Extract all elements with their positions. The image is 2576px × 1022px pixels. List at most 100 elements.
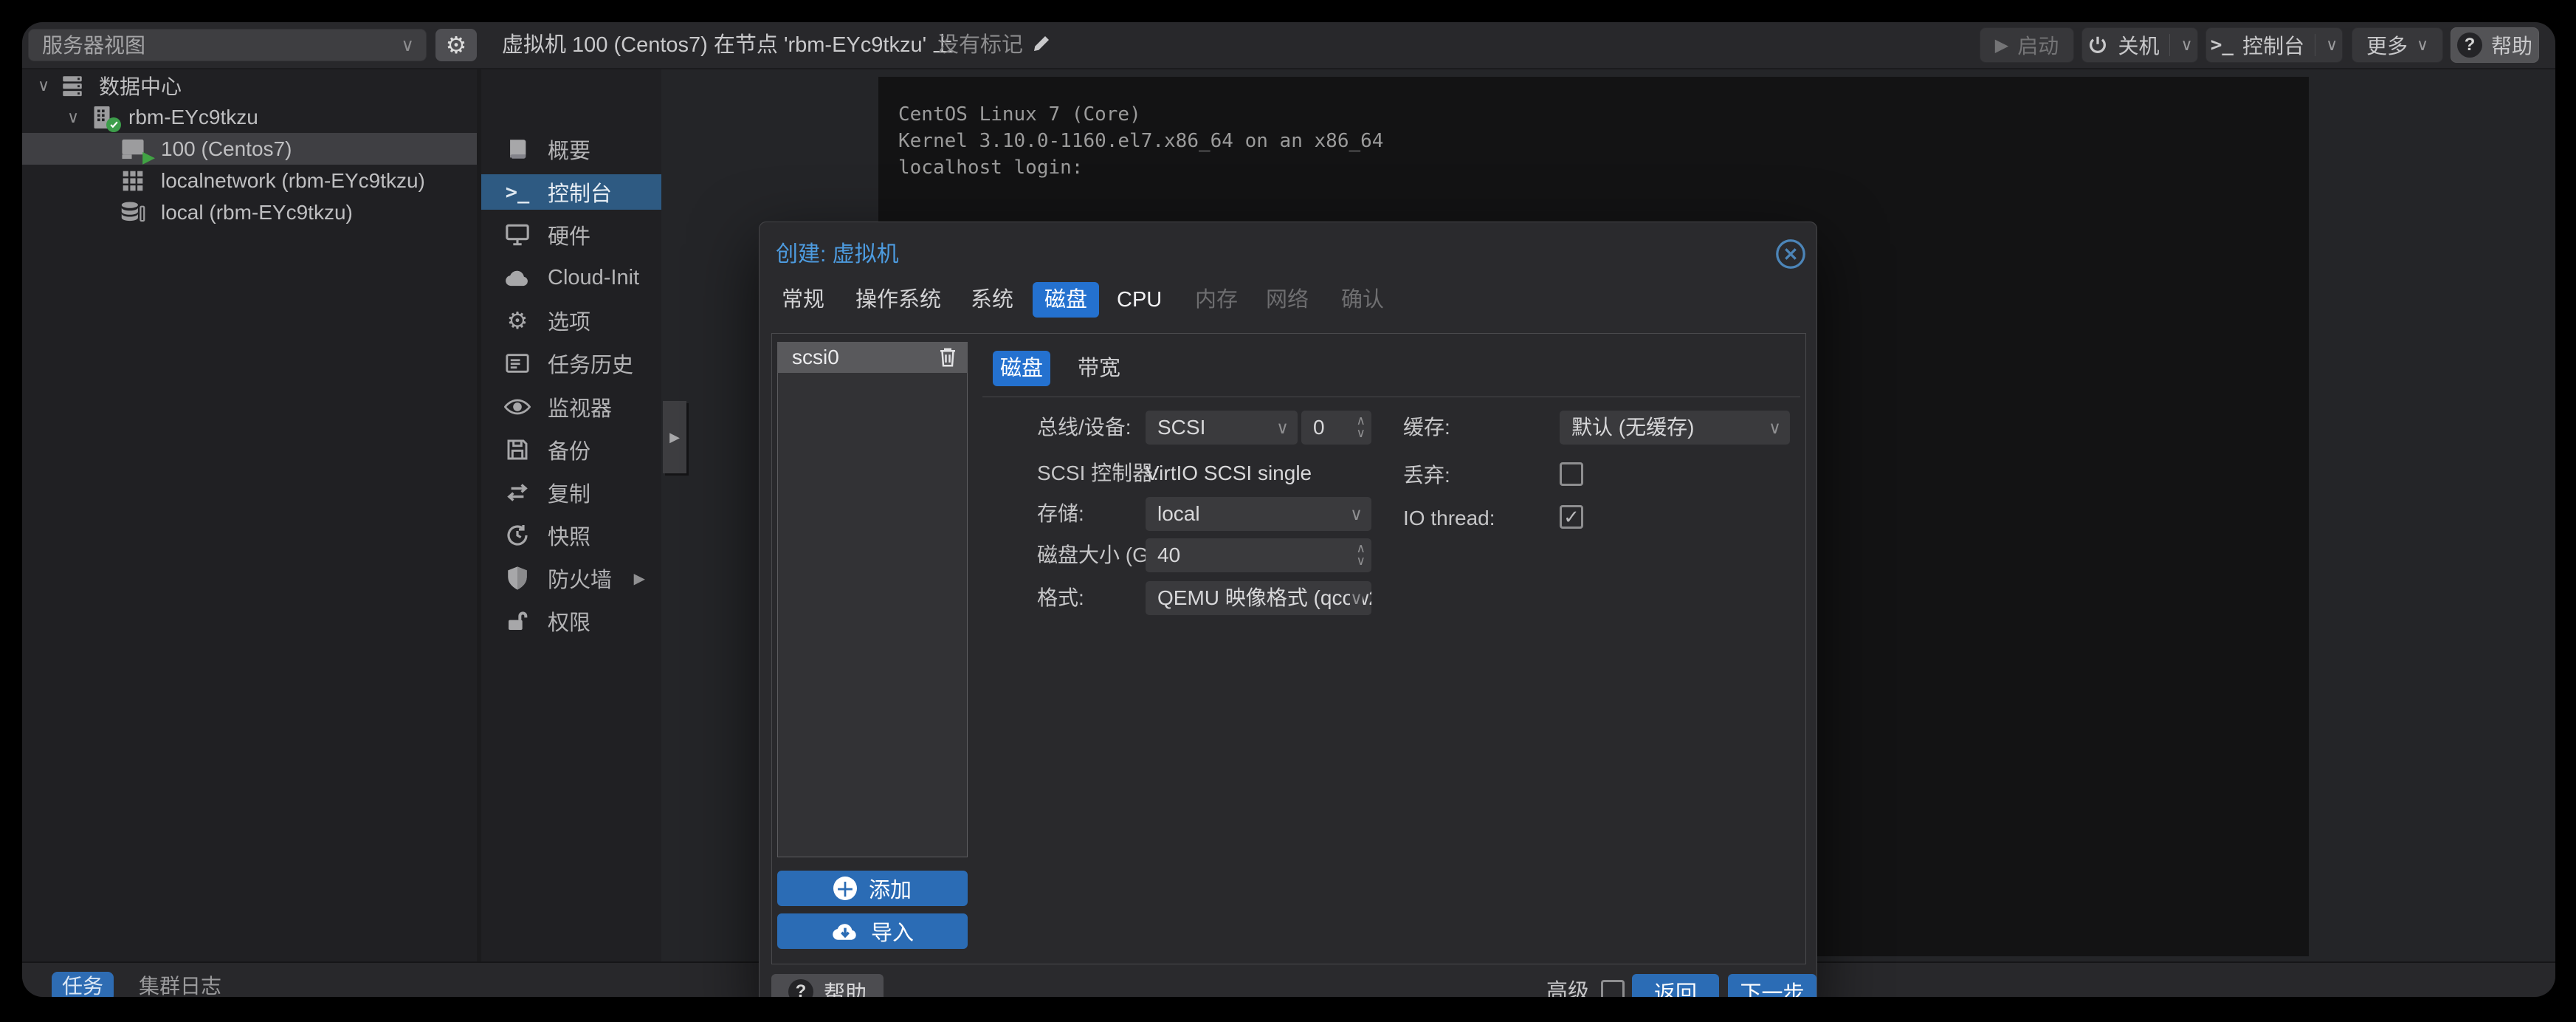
menu-item-label: 任务历史 — [548, 348, 633, 379]
tab-system[interactable]: 系统 — [971, 280, 1013, 320]
cloud-download-icon — [831, 920, 859, 942]
chevron-expanded-icon[interactable]: ∨ — [31, 76, 56, 95]
view-selector[interactable]: 服务器视图 ∨ — [28, 29, 427, 61]
settings-gear-button[interactable]: ⚙ — [435, 29, 477, 61]
dialog-help-button[interactable]: ? 帮助 — [771, 974, 884, 997]
device-number-input[interactable]: 0 ∧∨ — [1301, 411, 1371, 445]
start-button[interactable]: ▶ 启动 — [1980, 27, 2074, 63]
tab-cpu[interactable]: CPU — [1117, 280, 1162, 320]
menu-item-replication[interactable]: 复制 — [481, 475, 661, 510]
menu-item-snapshots[interactable]: 快照 — [481, 518, 661, 553]
spinner-down-icon[interactable]: ∨ — [1357, 427, 1366, 439]
chevron-down-icon: ∨ — [1276, 411, 1289, 445]
terminal-icon: >_ — [2211, 34, 2234, 56]
sidebar-collapse-handle[interactable]: ▶ — [663, 401, 686, 473]
tree-item-localnetwork[interactable]: localnetwork (rbm-EYc9tkzu) — [22, 165, 477, 196]
back-button[interactable]: 返回 — [1632, 974, 1719, 997]
chevron-expanded-icon[interactable]: ∨ — [61, 108, 86, 127]
spinner-icons[interactable]: ∧∨ — [1357, 414, 1366, 439]
plus-circle-icon: ＋ — [833, 877, 857, 900]
chevron-down-icon: ∨ — [1769, 411, 1781, 445]
cache-label: 缓存: — [1403, 411, 1450, 445]
more-button[interactable]: 更多 ∨ — [2352, 27, 2443, 63]
spinner-down-icon[interactable]: ∨ — [1357, 555, 1366, 567]
menu-item-console[interactable]: >_ 控制台 — [481, 174, 661, 210]
display-icon — [503, 223, 531, 247]
tree-item-datacenter[interactable]: ∨ 数据中心 — [22, 69, 477, 101]
advanced-label: 高级 — [1546, 974, 1589, 997]
shutdown-button-label: 关机 — [2118, 30, 2159, 60]
subtab-bandwidth[interactable]: 带宽 — [1068, 351, 1130, 386]
tab-confirm: 确认 — [1341, 280, 1384, 320]
help-button[interactable]: ? 帮助 — [2451, 27, 2539, 63]
menu-item-monitor[interactable]: 监视器 — [481, 389, 661, 425]
cluster-log-label: 集群日志 — [139, 975, 221, 997]
question-icon: ? — [788, 979, 813, 997]
tab-label: 网络 — [1266, 288, 1309, 312]
submenu-arrow-icon: ▶ — [634, 569, 645, 588]
menu-item-options[interactable]: ⚙ 选项 — [481, 303, 661, 338]
format-select[interactable]: QEMU 映像格式 (qcow2) ∨ — [1146, 581, 1371, 615]
chevron-down-icon[interactable]: ∨ — [2180, 35, 2192, 55]
disk-size-input[interactable]: 40 ∧∨ — [1146, 538, 1371, 572]
more-button-label: 更多 — [2366, 30, 2408, 60]
controller-value: VirtIO SCSI single — [1146, 456, 1312, 490]
subtab-disk[interactable]: 磁盘 — [993, 351, 1050, 386]
tree-item-label: 数据中心 — [99, 71, 182, 100]
import-disk-button[interactable]: 导入 — [777, 913, 968, 949]
menu-item-firewall[interactable]: 防火墙 ▶ — [481, 560, 661, 596]
tree-item-node[interactable]: ∨ rbm-EYc9tkzu — [22, 101, 477, 133]
vm-menu: 概要 >_ 控制台 硬件 Cloud-Init ⚙ 选项 任务历史 监视器 备份 — [481, 69, 661, 961]
menu-item-permissions[interactable]: 权限 — [481, 603, 661, 639]
advanced-checkbox[interactable]: ✓ — [1601, 980, 1625, 997]
dialog-close-button[interactable] — [1774, 237, 1808, 271]
bus-device-label: 总线/设备: — [1037, 411, 1132, 445]
menu-item-task-history[interactable]: 任务历史 — [481, 346, 661, 381]
book-icon — [503, 137, 531, 162]
tab-label: 确认 — [1341, 288, 1384, 312]
dialog-title: 创建: 虚拟机 — [776, 236, 899, 268]
tab-label: 内存 — [1195, 288, 1238, 312]
pencil-icon — [1030, 32, 1053, 55]
menu-item-summary[interactable]: 概要 — [481, 131, 661, 167]
cache-select[interactable]: 默认 (无缓存) ∨ — [1560, 411, 1790, 445]
tab-disks[interactable]: 磁盘 — [1033, 282, 1099, 318]
menu-item-label: 快照 — [548, 520, 590, 551]
list-icon — [503, 352, 531, 374]
menu-item-cloud-init[interactable]: Cloud-Init — [481, 260, 661, 295]
console-button[interactable]: >_ 控制台 ∨ — [2205, 27, 2343, 63]
menu-item-label: 概要 — [548, 134, 590, 165]
cluster-log-tab[interactable]: 集群日志 — [139, 972, 221, 997]
storage-icon — [117, 198, 149, 227]
bus-select[interactable]: SCSI ∨ — [1146, 411, 1298, 445]
add-disk-button[interactable]: ＋ 添加 — [777, 871, 968, 906]
spinner-up-icon[interactable]: ∧ — [1357, 414, 1366, 427]
next-button[interactable]: 下一步 — [1728, 974, 1816, 997]
dialog-help-label: 帮助 — [824, 976, 867, 997]
help-button-label: 帮助 — [2491, 30, 2532, 60]
tasks-tab[interactable]: 任务 — [52, 972, 114, 997]
tab-label: 系统 — [971, 288, 1013, 312]
tags-area[interactable]: 没有标记 — [937, 22, 1053, 68]
menu-item-label: 防火墙 — [548, 563, 612, 594]
spinner-up-icon[interactable]: ∧ — [1357, 542, 1366, 555]
menu-item-backup[interactable]: 备份 — [481, 432, 661, 467]
discard-checkbox[interactable]: ✓ — [1560, 462, 1583, 486]
io-thread-checkbox[interactable]: ✓ — [1560, 505, 1583, 529]
add-button-label: 添加 — [869, 873, 912, 904]
tab-general[interactable]: 常规 — [782, 280, 824, 320]
disk-list-item-scsi0[interactable]: scsi0 — [777, 342, 968, 373]
tab-os[interactable]: 操作系统 — [855, 280, 941, 320]
screen: 服务器视图 ∨ ⚙ 虚拟机 100 (Centos7) 在节点 'rbm-EYc… — [0, 0, 2576, 1022]
tree-item-vm-100[interactable]: ▶ 100 (Centos7) — [22, 133, 477, 165]
trash-icon[interactable] — [938, 346, 957, 368]
menu-item-label: 复制 — [548, 477, 590, 508]
tree-item-local-storage[interactable]: local (rbm-EYc9tkzu) — [22, 196, 477, 228]
spinner-icons[interactable]: ∧∨ — [1357, 542, 1366, 567]
menu-item-hardware[interactable]: 硬件 — [481, 217, 661, 253]
console-line: CentOS Linux 7 (Core) — [898, 101, 2309, 128]
storage-select[interactable]: local ∨ — [1146, 497, 1371, 531]
power-icon — [2087, 34, 2109, 56]
shutdown-button[interactable]: 关机 ∨ — [2081, 27, 2198, 63]
chevron-down-icon[interactable]: ∨ — [2326, 35, 2338, 55]
